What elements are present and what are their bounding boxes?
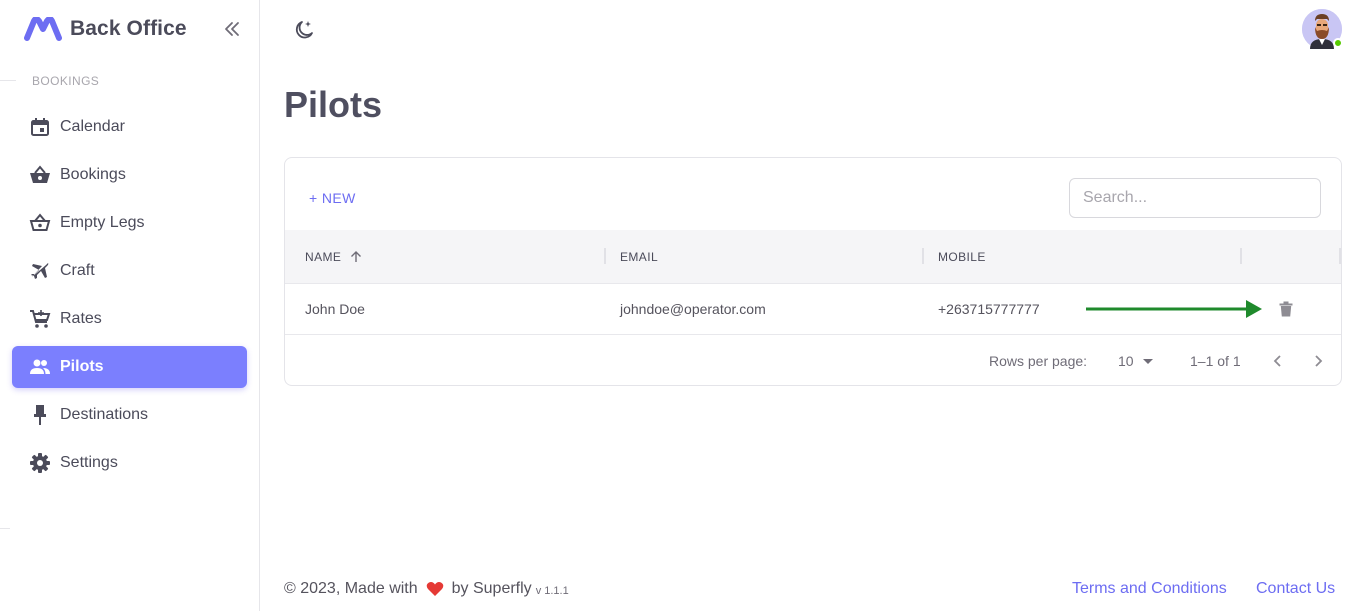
sidebar-item-bookings[interactable]: Bookings [12,154,247,196]
pagination-bar: Rows per page: 10 1–1 of 1 [285,336,1341,385]
arrow-right-icon [1086,300,1262,318]
sidebar: Back Office BOOKINGS Calendar Bookings E… [0,0,260,611]
footer-made-prefix: © 2023, Made with [284,580,418,597]
sidebar-item-label: Craft [60,262,95,279]
sidebar-item-label: Pilots [60,358,104,375]
collapse-sidebar-button[interactable] [220,17,244,41]
sidebar-item-pilots[interactable]: Pilots [12,346,247,388]
column-resizer[interactable] [1339,248,1341,264]
search-input[interactable] [1069,178,1321,218]
sort-ascending-icon [351,251,362,262]
contact-link[interactable]: Contact Us [1256,580,1335,598]
pin-icon [29,404,51,426]
page-title: Pilots [284,84,383,125]
section-label-bookings: BOOKINGS [32,74,100,88]
delete-button[interactable] [1279,284,1293,334]
column-resizer[interactable] [1240,248,1242,264]
cell-email: johndoe@operator.com [620,301,766,317]
column-header-name[interactable]: NAME [305,230,363,284]
moon-star-icon [295,21,313,39]
pilots-card: + NEW NAME EMAIL MOBILE John Doe johndoe… [284,157,1342,386]
user-avatar[interactable] [1302,9,1343,49]
sidebar-nav: Calendar Bookings Empty Legs Craft Rates [12,106,247,490]
brand-title: Back Office [70,17,187,40]
basket-icon [29,164,51,186]
trash-icon [1279,301,1293,317]
terms-link[interactable]: Terms and Conditions [1072,580,1227,598]
column-label: EMAIL [620,250,659,264]
caret-down-icon [1142,359,1153,364]
sidebar-item-craft[interactable]: Craft [12,250,247,292]
previous-page-button[interactable] [1272,336,1284,385]
sidebar-item-label: Bookings [60,166,126,183]
footer-made-suffix: by Superfly [451,580,532,597]
column-resizer[interactable] [604,248,606,264]
column-label: MOBILE [938,250,986,264]
theme-toggle-button[interactable] [290,16,318,44]
sidebar-item-label: Destinations [60,406,149,423]
cart-icon [29,308,51,330]
new-pilot-button[interactable]: + NEW [309,187,356,209]
sidebar-item-settings[interactable]: Settings [12,442,247,484]
online-status-dot [1333,38,1343,48]
airplane-icon [29,260,51,282]
sidebar-item-label: Rates [60,310,102,327]
rows-per-page-label: Rows per page: [989,353,1088,369]
people-icon [29,356,51,378]
calendar-icon [29,116,51,138]
cell-mobile: +263715777777 [938,301,1040,317]
sidebar-item-label: Settings [60,454,118,471]
brand-logo-icon [24,17,62,41]
column-label: NAME [305,250,342,264]
chevron-right-icon [1315,355,1323,367]
chevron-left-icon [1273,355,1281,367]
gear-icon [29,452,51,474]
sidebar-item-label: Calendar [60,118,125,135]
page-footer: © 2023, Made with by Superfly v 1.1.1 [284,580,569,598]
rows-per-page-value: 10 [1118,353,1134,369]
table-header: NAME EMAIL MOBILE [285,230,1341,284]
pagination-range: 1–1 of 1 [1190,353,1241,369]
cell-name: John Doe [305,301,365,317]
sidebar-item-rates[interactable]: Rates [12,298,247,340]
column-header-mobile[interactable]: MOBILE [938,230,986,284]
basket-outline-icon [29,212,51,234]
sidebar-divider [0,528,10,529]
sidebar-item-empty-legs[interactable]: Empty Legs [12,202,247,244]
brand[interactable]: Back Office [24,14,187,44]
column-header-email[interactable]: EMAIL [620,230,658,284]
section-divider [0,80,16,81]
rows-per-page-select[interactable]: 10 [1118,336,1154,385]
sidebar-item-destinations[interactable]: Destinations [12,394,247,436]
next-page-button[interactable] [1312,336,1324,385]
sidebar-item-calendar[interactable]: Calendar [12,106,247,148]
version-label: v 1.1.1 [535,584,569,597]
table-row[interactable]: John Doe johndoe@operator.com +263715777… [285,284,1341,335]
sidebar-item-label: Empty Legs [60,214,145,231]
column-resizer[interactable] [922,248,924,264]
chevrons-left-icon [225,22,239,36]
heart-icon [426,582,443,596]
